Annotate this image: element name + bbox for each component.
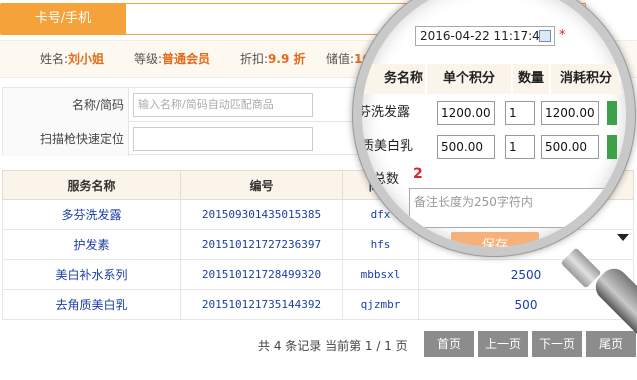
next-page-button[interactable]: 下一页 <box>532 331 582 357</box>
table-row[interactable]: 去角质美白乳 201510121735144392 qjzmbr 500 <box>2 289 634 320</box>
member-level: 等级:普通会员 <box>134 52 211 66</box>
product-search-form: 名称/简码 输入名称/简码自动匹配商品 扫描枪快速定位 <box>2 87 362 156</box>
dropdown-caret-icon[interactable] <box>617 234 629 241</box>
total-value: 2 <box>413 166 423 182</box>
row-action-button[interactable] <box>607 135 617 159</box>
lens-row-name: 去角质美白乳 <box>361 139 414 154</box>
required-mark: * <box>559 28 566 43</box>
col-code: 编号 <box>180 170 343 200</box>
service-code: 201510121735144392 <box>180 289 343 320</box>
datetime-input[interactable]: 2016-04-22 11:17:41 <box>415 26 555 46</box>
service-name[interactable]: 美白补水系列 <box>2 259 181 290</box>
qty-input[interactable]: 1 <box>505 101 535 125</box>
scan-row: 扫描枪快速定位 <box>3 122 361 156</box>
order-panel: 2016-04-22 11:17:41 * 务名称 单个积分 数量 消耗积分 多… <box>358 0 626 247</box>
total-points-input[interactable]: 500.00 <box>541 135 599 159</box>
service-name[interactable]: 多芬洗发露 <box>2 199 181 230</box>
service-short: qjzmbr <box>342 289 419 320</box>
note-label: 备注 <box>367 206 394 221</box>
lens-col-total-points: 消耗积分 <box>551 64 621 94</box>
total-points-input[interactable]: 1200.00 <box>541 101 599 125</box>
service-code: 201510121727236397 <box>180 229 343 260</box>
calendar-icon[interactable] <box>539 30 551 42</box>
name-search-row: 名称/简码 输入名称/简码自动匹配商品 <box>3 88 361 122</box>
datetime-value: 2016-04-22 11:17:41 <box>420 29 548 43</box>
pager-summary: 共 4 条记录 当前第 1 / 1 页 <box>258 339 408 353</box>
note-input[interactable]: 备注长度为250字符内 <box>409 188 609 228</box>
col-service-name: 服务名称 <box>2 170 181 200</box>
scan-input[interactable] <box>133 127 313 151</box>
name-search-input[interactable]: 输入名称/简码自动匹配商品 <box>133 93 313 117</box>
name-search-label: 名称/简码 <box>3 88 129 122</box>
unit-points-input[interactable]: 1200.00 <box>437 101 495 125</box>
total-label: 总数 <box>373 172 400 187</box>
table-row[interactable]: 美白补水系列 201510121728499320 mbbsxl 2500 <box>2 259 634 290</box>
last-page-button[interactable]: 尾页 <box>586 331 636 357</box>
member-name: 姓名:刘小姐 <box>40 52 105 66</box>
service-name[interactable]: 去角质美白乳 <box>2 289 181 320</box>
service-short: mbbsxl <box>342 259 419 290</box>
prev-page-button[interactable]: 上一页 <box>478 331 528 357</box>
lens-row-name: 多芬洗发露 <box>358 105 411 120</box>
scan-label: 扫描枪快速定位 <box>3 122 129 156</box>
lens-col-qty: 数量 <box>513 64 549 94</box>
first-page-button[interactable]: 首页 <box>424 331 474 357</box>
card-label: 卡号/手机 <box>0 3 126 35</box>
unit-points-input[interactable]: 500.00 <box>437 135 495 159</box>
lens-col-service: 务名称 <box>362 64 425 94</box>
qty-input[interactable]: 1 <box>505 135 535 159</box>
row-action-button[interactable] <box>607 101 617 125</box>
lens-col-unit-points: 单个积分 <box>427 64 511 94</box>
service-code: 201510121728499320 <box>180 259 343 290</box>
member-discount: 折扣:9.9 折 <box>240 52 306 66</box>
service-name[interactable]: 护发素 <box>2 229 181 260</box>
magnifier-lens: 2016-04-22 11:17:41 * 务名称 单个积分 数量 消耗积分 多… <box>353 0 635 256</box>
service-code: 201509301435015385 <box>180 199 343 230</box>
